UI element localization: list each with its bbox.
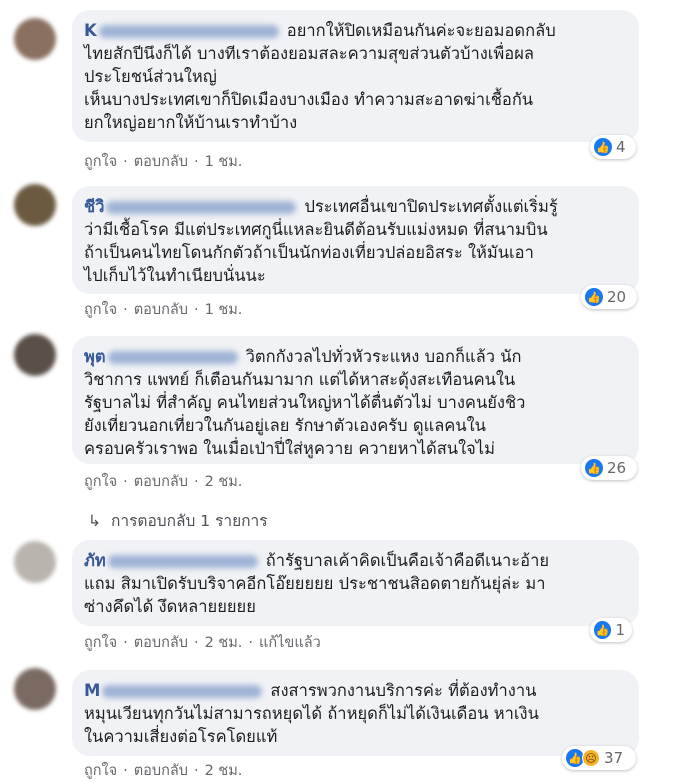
redacted-name (107, 555, 258, 568)
timestamp[interactable]: 1 ชม. (205, 302, 243, 318)
commenter-name[interactable]: ภัท (84, 551, 106, 570)
reply-button[interactable]: ตอบกลับ (134, 474, 188, 490)
reaction-summary[interactable]: 👍 26 (581, 456, 637, 480)
comment-line: รัฐบาลไม่ ที่สำคัญ คนไทยส่วนใหญ่หาได้ตื่… (84, 393, 526, 412)
comment-line: หมุนเวียนทุกวันไม่สามารถหยุดได้ ถ้าหยุดก… (84, 704, 539, 723)
comment-line: ว่ามีเชื้อโรค มีแต่ประเทศกูนี่แหละยินดีต… (84, 220, 548, 239)
like-icon: 👍 (585, 459, 603, 477)
comment-actions: ถูกใจ · ตอบกลับ · 1 ชม. (84, 154, 243, 170)
avatar[interactable] (14, 668, 56, 710)
comment-line: ชีวิ ประเทศอื่นเขาปิดประเทศตั้งแต่เริ่มรู… (84, 197, 558, 216)
comment-bubble: K อยากให้ปิดเหมือนกันค่ะจะยอมอดกลับ ไทยสั… (72, 10, 639, 142)
comment-bubble: ชีวิ ประเทศอื่นเขาปิดประเทศตั้งแต่เริ่มรู… (72, 186, 639, 294)
reply-button[interactable]: ตอบกลับ (134, 763, 188, 779)
comment-line: ครอบครัวเราพอ ในเมื่อเป่าปี่ใส่หูควาย คว… (84, 439, 495, 458)
comment-line: ถ้าเป็นคนไทยโดนกักตัวถ้าเป็นนักท่องเที่ย… (84, 243, 534, 262)
comment-line: แถม สิมาเปิดรับบริจาคอีกโอ๊ยยยยย ประชาชน… (84, 574, 546, 593)
comment-bubble: พุต วิตกกังวลไปทั่วหัวระแหง บอกก็แล้ว นัก… (72, 336, 639, 464)
avatar[interactable] (14, 184, 56, 226)
avatar[interactable] (14, 541, 56, 583)
comment-line: วิชาการ แพทย์ ก็เตือนกันมามาก แต่ได้หาสะ… (84, 370, 516, 389)
like-button[interactable]: ถูกใจ (84, 302, 117, 318)
avatar[interactable] (14, 334, 56, 376)
comment-actions: ถูกใจ · ตอบกลับ · 1 ชม. (84, 302, 243, 318)
like-button[interactable]: ถูกใจ (84, 154, 117, 170)
like-button[interactable]: ถูกใจ (84, 763, 117, 779)
reaction-summary[interactable]: 👍 ☹ 37 (562, 746, 636, 770)
like-icon: 👍 (594, 621, 612, 639)
reaction-summary[interactable]: 👍 20 (581, 285, 637, 309)
redacted-name (107, 351, 238, 364)
timestamp[interactable]: 2 ชม. (205, 474, 243, 490)
comment-line: ยังเที่ยวนอกเที่ยวในกันอยู่เลย รักษาตัวเ… (84, 416, 486, 435)
redacted-name (102, 685, 263, 698)
avatar[interactable] (14, 18, 56, 60)
reply-button[interactable]: ตอบกลับ (134, 635, 188, 651)
reaction-count: 4 (616, 138, 626, 156)
comment-line: ในความเสี่ยงต่อโรคโดยแท้ (84, 727, 278, 746)
view-replies-link[interactable]: ↳ การตอบกลับ 1 รายการ (88, 508, 268, 533)
replies-count-label: การตอบกลับ 1 รายการ (111, 512, 268, 530)
reply-arrow-icon: ↳ (88, 512, 101, 530)
reaction-count: 37 (604, 749, 624, 767)
timestamp[interactable]: 2 ชม. (205, 763, 243, 779)
timestamp[interactable]: 1 ชม. (205, 154, 243, 170)
sad-icon: ☹ (582, 749, 600, 767)
reply-button[interactable]: ตอบกลับ (134, 302, 188, 318)
reaction-count: 1 (615, 621, 625, 639)
comment-line: ไปเก็บไว้ในทำเนียบนั่นนะ (84, 266, 266, 285)
like-icon: 👍 (594, 138, 612, 156)
reply-button[interactable]: ตอบกลับ (134, 154, 188, 170)
comment-line: พุต วิตกกังวลไปทั่วหัวระแหง บอกก็แล้ว นัก (84, 347, 522, 366)
comment-line: ยกใหญ่อยากให้บ้านเราทำบ้าง (84, 113, 298, 132)
comment-actions: ถูกใจ · ตอบกลับ · 2 ชม. (84, 474, 243, 490)
like-button[interactable]: ถูกใจ (84, 635, 117, 651)
comment-line: ซ่างคึดได้ งึดหลายยยยย (84, 597, 256, 616)
comment-line: K อยากให้ปิดเหมือนกันค่ะจะยอมอดกลับ (84, 21, 556, 40)
reaction-count: 26 (607, 459, 627, 477)
comment-actions: ถูกใจ · ตอบกลับ · 2 ชม. · แก้ไขแล้ว (84, 635, 321, 651)
commenter-name[interactable]: ชีวิ (84, 197, 104, 216)
comment-bubble: ภัท ถ้ารัฐบาลเค้าคิดเป็นคือเจ้าคือดีเนาะอ… (72, 540, 639, 626)
commenter-name[interactable]: M (84, 681, 100, 700)
commenter-name[interactable]: K (84, 21, 97, 40)
reaction-summary[interactable]: 👍 1 (590, 618, 632, 642)
comment-line: ประโยชน์ส่วนใหญ่ (84, 67, 217, 86)
comment-line: M สงสารพวกงานบริการค่ะ ที่ต้องทำงาน (84, 681, 537, 700)
redacted-name (106, 201, 297, 214)
comment-actions: ถูกใจ · ตอบกลับ · 2 ชม. (84, 763, 243, 779)
comment-bubble: M สงสารพวกงานบริการค่ะ ที่ต้องทำงาน หมุนเ… (72, 670, 639, 756)
commenter-name[interactable]: พุต (84, 347, 106, 366)
comment-line: ไทยสักปีนึงก็ได้ บางทีเราต้องยอมสละความส… (84, 44, 534, 63)
reaction-summary[interactable]: 👍 4 (590, 135, 636, 159)
timestamp[interactable]: 2 ชม. (205, 635, 243, 651)
redacted-name (98, 25, 279, 38)
like-icon: 👍 (585, 288, 603, 306)
comment-line: ภัท ถ้ารัฐบาลเค้าคิดเป็นคือเจ้าคือดีเนาะอ… (84, 551, 549, 570)
comment-line: เห็นบางประเทศเขาก็ปิดเมืองบางเมือง ทำควา… (84, 90, 534, 109)
reaction-count: 20 (607, 288, 627, 306)
like-button[interactable]: ถูกใจ (84, 474, 117, 490)
edited-label[interactable]: แก้ไขแล้ว (259, 635, 321, 651)
